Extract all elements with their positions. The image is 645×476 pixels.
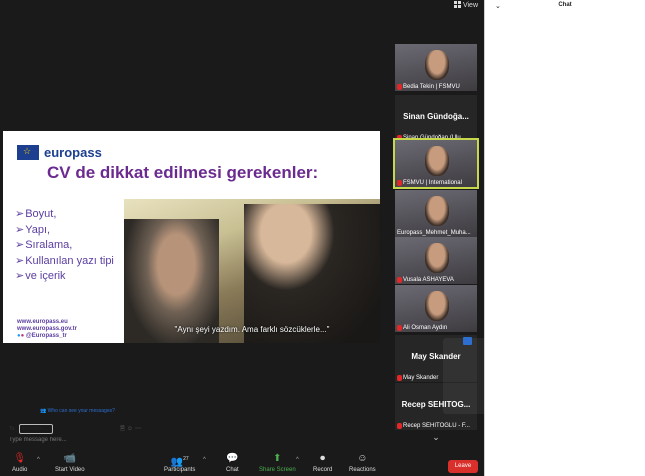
microphone-muted-icon: 🎙 — [13, 453, 27, 464]
overlay-menu-icon[interactable] — [463, 337, 472, 345]
main-stage: europass CV de dikkat edilmesi gerekenle… — [0, 0, 392, 452]
participant-video — [425, 146, 449, 176]
mic-muted-icon — [397, 277, 402, 283]
to-label: To: — [9, 426, 16, 432]
participant-name: Europass_Mehmet_Muha... — [397, 230, 471, 236]
audio-label: Audio — [12, 467, 28, 473]
chat-header: ⌄ Chat — [485, 0, 645, 12]
chevron-down-icon: ⌄ — [45, 426, 50, 432]
grid-icon — [453, 1, 461, 8]
participant-video — [425, 50, 449, 80]
slide-links: www.europass.eu www.europass.gov.tr ●● @… — [17, 319, 77, 340]
record-button[interactable]: ⏺ Record — [313, 453, 332, 473]
participants-button[interactable]: 👥27 Participants — [164, 453, 195, 473]
more-icon[interactable]: ⋯ — [135, 426, 143, 432]
chat-button[interactable]: 💬 Chat — [226, 453, 239, 473]
scroll-down-chevron-icon[interactable]: ⌄ — [426, 432, 446, 446]
slide-link: www.europass.gov.tr — [17, 326, 78, 332]
participant-tile[interactable]: Vusala ASHAYEVA — [395, 237, 477, 284]
participant-tile[interactable]: Sinan Gündoğa... Sinan Gündoğan (Ulu... — [395, 95, 477, 142]
shared-screen-slide: europass CV de dikkat edilmesi gerekenle… — [3, 131, 380, 343]
mic-muted-icon — [397, 375, 402, 381]
recipient-dropdown[interactable]: Everyone ⌄ — [18, 424, 54, 434]
slide-social-handle: ●● @Europass_tr — [17, 333, 77, 340]
video-camera-off-icon: 📹 — [63, 453, 77, 464]
participant-tile[interactable]: Europass_Mehmet_Muha... — [395, 190, 477, 237]
chat-message-input[interactable] — [9, 437, 149, 443]
share-screen-button[interactable]: ⬆ Share Screen — [259, 453, 296, 473]
participant-name: May Skander — [397, 375, 438, 381]
reactions-label: Reactions — [349, 467, 376, 473]
europass-logo: europass — [17, 145, 102, 160]
participant-name: Recep SEHITOGLU - F... — [397, 423, 470, 429]
start-video-button[interactable]: 📹 Start Video — [55, 453, 85, 473]
slide-bullet: Boyut, — [15, 207, 114, 223]
chat-label: Chat — [226, 467, 239, 473]
participants-icon: 👥27 — [170, 456, 189, 468]
slide-video-frame: "Aynı şeyi yazdım. Ama farklı sözcüklerl… — [124, 199, 380, 343]
share-screen-arrow-icon: ⬆ — [273, 453, 282, 464]
participant-video — [425, 291, 449, 321]
mic-muted-icon — [397, 423, 402, 429]
eu-flag-icon — [17, 145, 39, 160]
start-video-label: Start Video — [55, 467, 85, 473]
participant-display-name: Sinan Gündoğa... — [403, 112, 469, 121]
social-handle-text: @Europass_tr — [25, 333, 67, 339]
audio-button[interactable]: 🎙 Audio — [12, 453, 27, 473]
participant-name: Bedia Tekin | FSMVU — [397, 84, 460, 90]
share-options-caret-icon[interactable]: ^ — [296, 457, 299, 463]
chat-privacy-link[interactable]: 👥 Who can see your messages? — [40, 408, 115, 414]
participants-label: Participants — [164, 467, 196, 473]
meeting-toolbar: 🎙 Audio ^ 📹 Start Video 👥27 Participants ^ … — [0, 452, 484, 476]
chat-panel: ⌄ Chat — [484, 0, 645, 476]
audio-options-caret-icon[interactable]: ^ — [37, 457, 40, 463]
slide-bullet: Kullanılan yazı tipi — [15, 254, 114, 270]
privacy-text: Who can see your messages? — [47, 408, 115, 414]
mic-muted-icon — [397, 180, 402, 186]
slide-title: CV de dikkat edilmesi gerekenler: — [47, 163, 319, 182]
slide-bullet: Yapı, — [15, 223, 114, 239]
participant-video — [425, 196, 449, 226]
video-person-woman — [244, 204, 380, 343]
participants-options-caret-icon[interactable]: ^ — [203, 457, 206, 463]
instagram-icon: ● — [20, 333, 25, 339]
chat-tools: 🗎☺⋯ — [120, 424, 143, 434]
participant-tile[interactable]: Bedia Tekin | FSMVU — [395, 44, 477, 91]
mic-muted-icon — [397, 84, 402, 90]
slide-link: www.europass.eu — [17, 319, 68, 325]
mic-muted-icon — [397, 325, 402, 331]
view-label: View — [462, 2, 478, 9]
video-subtitle: "Aynı şeyi yazdım. Ama farklı sözcüklerl… — [174, 325, 330, 334]
participants-count: 27 — [183, 456, 189, 462]
slide-bullet: ve içerik — [15, 269, 114, 285]
chat-bubble-icon: 💬 — [226, 453, 239, 464]
reactions-smiley-icon: ☺ — [357, 453, 368, 464]
participant-video — [425, 243, 449, 273]
file-icon[interactable]: 🗎 — [120, 426, 127, 432]
emoji-icon[interactable]: ☺ — [127, 426, 135, 432]
view-button[interactable]: View — [453, 1, 478, 9]
chat-recipient-row: To: Everyone ⌄ — [9, 424, 54, 434]
slide-bullet: Sıralama, — [15, 238, 114, 254]
participant-tile[interactable]: Ali Osman Aydın — [395, 285, 477, 332]
participant-name: Vusala ASHAYEVA — [397, 277, 454, 283]
participant-name: Ali Osman Aydın — [397, 325, 447, 331]
participant-tile-active-speaker[interactable]: FSMVU | International — [393, 138, 479, 189]
slide-bullet-list: Boyut, Yapı, Sıralama, Kullanılan yazı t… — [15, 207, 114, 285]
people-icon: 👥 — [40, 408, 47, 414]
record-label: Record — [313, 467, 333, 473]
recipient-value: Everyone — [22, 426, 44, 432]
share-screen-label: Share Screen — [259, 467, 296, 473]
reactions-button[interactable]: ☺ Reactions — [349, 453, 376, 473]
chat-title: Chat — [558, 2, 572, 8]
leave-button[interactable]: Leave — [448, 460, 478, 473]
participant-name: FSMVU | International — [397, 180, 462, 186]
record-circle-icon: ⏺ — [320, 453, 326, 464]
europass-logo-text: europass — [44, 145, 102, 160]
